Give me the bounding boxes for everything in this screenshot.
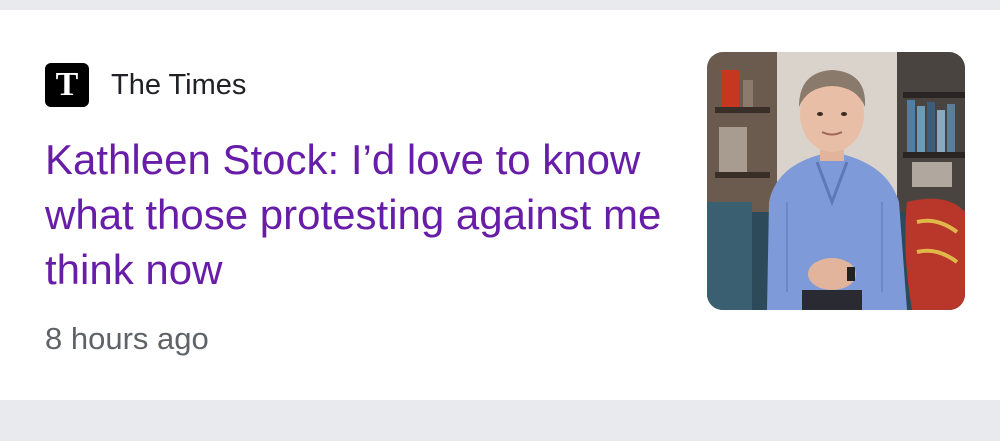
source-name: The Times xyxy=(111,68,247,101)
article-thumbnail[interactable] xyxy=(707,52,965,310)
article-photo-thumbnail-icon xyxy=(707,52,965,310)
article-timestamp: 8 hours ago xyxy=(45,321,209,356)
article-headline-link[interactable]: Kathleen Stock: I’d love to know what th… xyxy=(45,132,665,297)
news-article-card[interactable]: T The Times Kathleen Stock: I’d love to … xyxy=(0,10,1000,400)
the-times-logo-icon: T xyxy=(45,63,89,107)
source-logo-letter: T xyxy=(55,66,79,103)
source-row: T The Times xyxy=(45,63,246,107)
